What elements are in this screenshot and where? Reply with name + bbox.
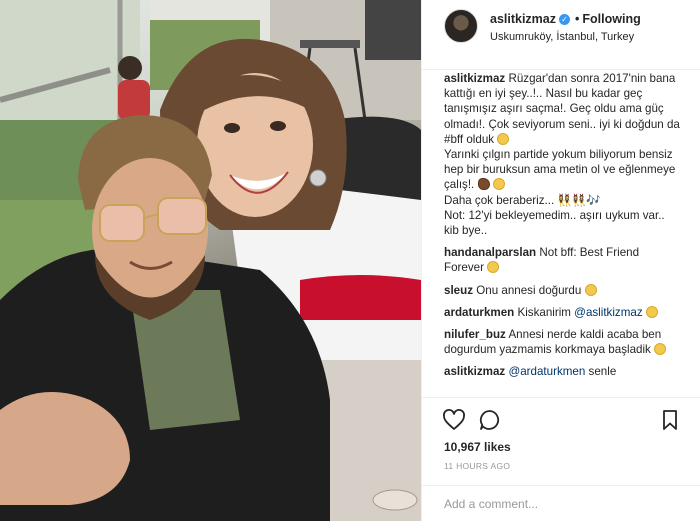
separator-dot: • — [575, 12, 580, 26]
smile-emoji-icon — [645, 305, 658, 318]
header-username-row: aslitkizmaz ✓ • Following — [490, 12, 641, 26]
heart-icon[interactable] — [442, 408, 466, 432]
comment-username[interactable]: sleuz — [444, 284, 473, 297]
comment-mention[interactable]: @aslitkizmaz — [574, 306, 642, 319]
header-username[interactable]: aslitkizmaz — [490, 12, 556, 26]
post-photo-drawing — [0, 0, 421, 521]
grin-emoji-icon — [492, 178, 505, 191]
comment-icon[interactable] — [478, 408, 502, 432]
following-button[interactable]: Following — [582, 12, 640, 26]
caption-text-4: Not: 12'yi bekleyemedim.. aşırı uykum va… — [444, 208, 665, 238]
grin-emoji-icon — [487, 261, 500, 274]
caption: aslitkizmaz Rüzgar'dan sonra 2017'nin ba… — [444, 71, 681, 238]
comment-username[interactable]: handanalparslan — [444, 246, 536, 259]
comment-mention[interactable]: @ardaturkmen — [508, 365, 585, 378]
comment-username[interactable]: aslitkizmaz — [444, 365, 505, 378]
comment-item: ardaturkmen Kiskanirim @aslitkizmaz — [444, 305, 681, 320]
caption-username[interactable]: aslitkizmaz — [444, 72, 505, 85]
add-comment-bar — [422, 485, 700, 521]
comment-item: aslitkizmaz @ardaturkmen senle — [444, 364, 681, 379]
avatar[interactable] — [444, 9, 478, 43]
comment-username[interactable]: nilufer_buz — [444, 328, 506, 341]
comment-input[interactable] — [444, 494, 674, 514]
location-link[interactable]: Uskumruköy, İstanbul, Turkey — [490, 31, 634, 43]
post-details-panel: aslitkizmaz ✓ • Following Uskumruköy, İstan… — [421, 0, 700, 521]
caption-text-3: Daha çok beraberiz... 👯‍♀️👯‍♀️🎶 — [444, 193, 601, 207]
comment-text: Kiskanirim — [517, 305, 571, 319]
like-count[interactable]: 10,967 likes — [444, 440, 511, 454]
post-photo[interactable] — [0, 0, 421, 521]
comment-text: senle — [588, 365, 617, 379]
grin-emoji-icon — [584, 283, 597, 296]
bookmark-icon[interactable] — [658, 408, 682, 432]
post-header: aslitkizmaz ✓ • Following Uskumruköy, İstan… — [422, 0, 700, 70]
comments-list[interactable]: aslitkizmaz Rüzgar'dan sonra 2017'nin ba… — [422, 70, 700, 397]
post-actions: 10,967 likes 11 HOURS AGO — [422, 397, 700, 485]
grin-emoji-icon — [497, 132, 510, 145]
post-timestamp[interactable]: 11 HOURS AGO — [444, 461, 510, 471]
flexed-arm-emoji-icon — [477, 178, 490, 191]
grin-emoji-icon — [654, 343, 667, 356]
comment-text: Onu annesi doğurdu — [476, 283, 582, 297]
comment-item: sleuz Onu annesi doğurdu — [444, 283, 681, 298]
verified-badge-icon: ✓ — [559, 14, 571, 25]
comment-username[interactable]: ardaturkmen — [444, 306, 514, 319]
comment-item: handanalparslan Not bff: Best Friend For… — [444, 245, 681, 275]
comment-item: nilufer_buz Annesi nerde kaldi acaba ben… — [444, 327, 681, 357]
